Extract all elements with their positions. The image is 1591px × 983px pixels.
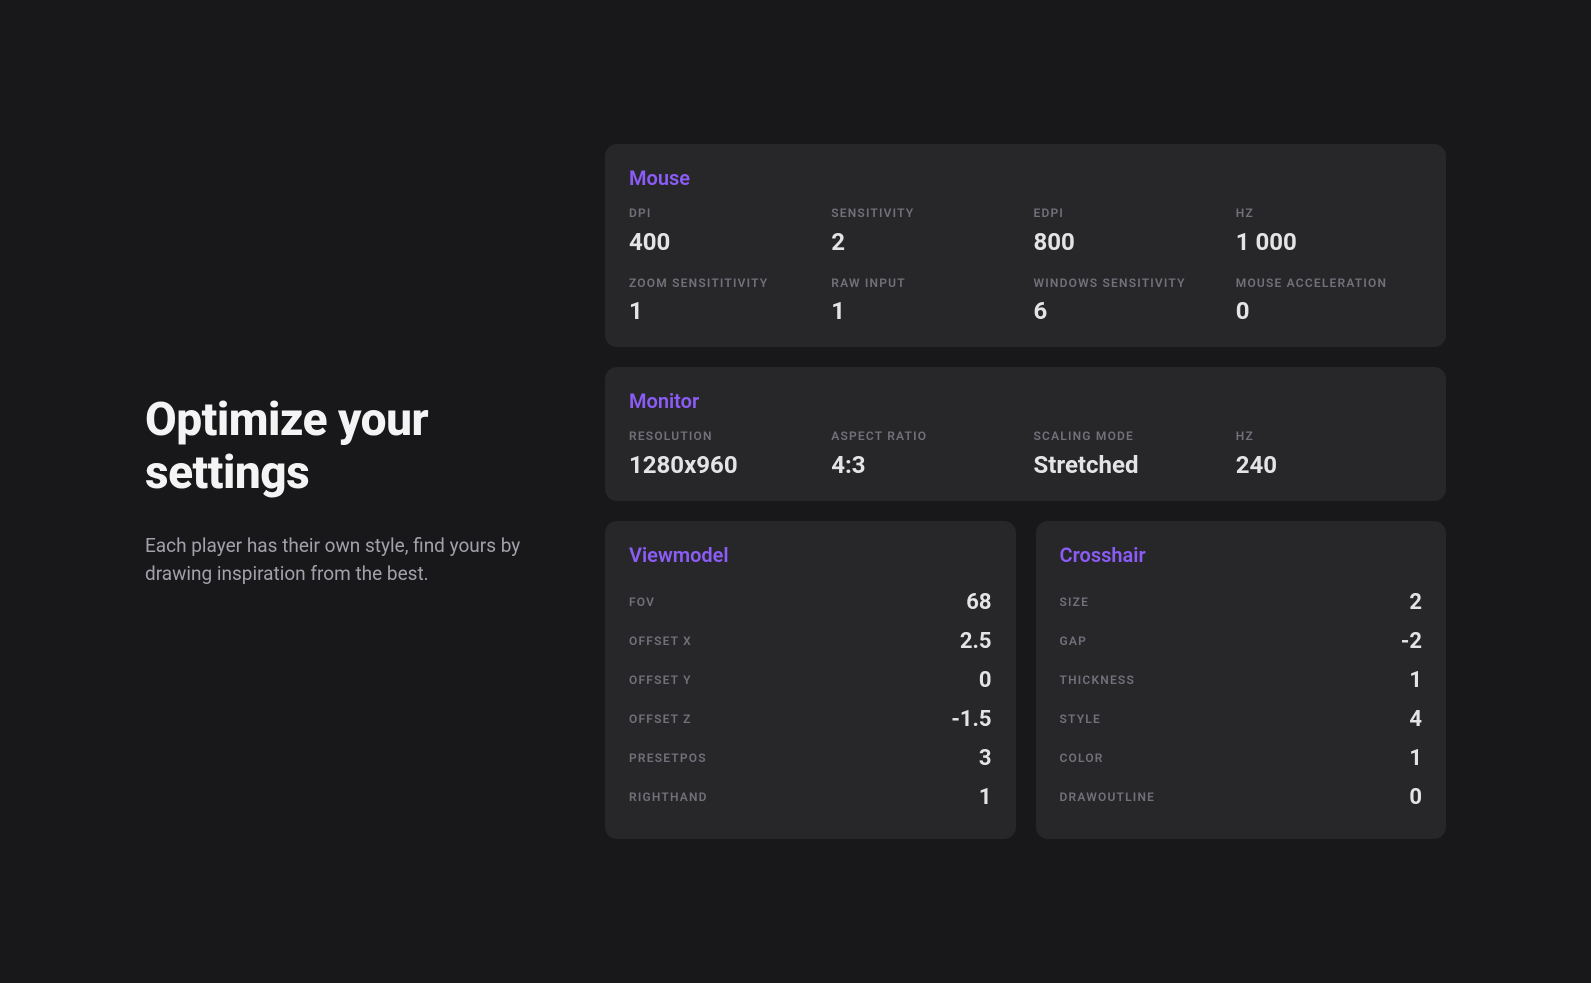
list-label: DRAWOUTLINE: [1060, 790, 1156, 804]
list-row: OFFSET Z -1.5: [629, 700, 992, 739]
stat-item: RAW INPUT 1: [831, 276, 1017, 326]
page-subheading: Each player has their own style, find yo…: [145, 532, 525, 589]
list-row: OFFSET X 2.5: [629, 622, 992, 661]
list-row: PRESETPOS 3: [629, 739, 992, 778]
stat-label: SCALING MODE: [1034, 429, 1220, 445]
stat-item: MOUSE ACCELERATION 0: [1236, 276, 1422, 326]
stat-item: ASPECT RATIO 4:3: [831, 429, 1017, 479]
stat-item: EDPI 800: [1034, 206, 1220, 256]
stat-value: 400: [629, 228, 815, 256]
list-label: THICKNESS: [1060, 673, 1135, 687]
list-value: 1: [1409, 746, 1422, 771]
list-row: FOV 68: [629, 583, 992, 622]
list-row: STYLE 4: [1060, 700, 1423, 739]
mouse-card: Mouse DPI 400 SENSITIVITY 2 EDPI 800 HZ …: [605, 144, 1446, 347]
list-row: COLOR 1: [1060, 739, 1423, 778]
list-value: 68: [966, 590, 991, 615]
list-value: -2: [1401, 629, 1422, 654]
list-row: DRAWOUTLINE 0: [1060, 778, 1423, 817]
stat-label: HZ: [1236, 429, 1422, 445]
stat-value: 1: [629, 297, 815, 325]
bottom-row: Viewmodel FOV 68 OFFSET X 2.5 OFFSET Y 0…: [605, 521, 1446, 839]
stat-item: WINDOWS SENSITIVITY 6: [1034, 276, 1220, 326]
stat-value: Stretched: [1034, 451, 1220, 479]
stat-value: 240: [1236, 451, 1422, 479]
list-label: STYLE: [1060, 712, 1101, 726]
stat-label: MOUSE ACCELERATION: [1236, 276, 1422, 292]
stat-value: 6: [1034, 297, 1220, 325]
list-row: GAP -2: [1060, 622, 1423, 661]
crosshair-card: Crosshair SIZE 2 GAP -2 THICKNESS 1 STYL…: [1036, 521, 1447, 839]
stat-item: RESOLUTION 1280x960: [629, 429, 815, 479]
list-label: COLOR: [1060, 751, 1104, 765]
stat-item: SCALING MODE Stretched: [1034, 429, 1220, 479]
list-value: 1: [979, 785, 992, 810]
crosshair-card-title: Crosshair: [1060, 543, 1423, 567]
list-label: OFFSET X: [629, 634, 692, 648]
stat-value: 1 000: [1236, 228, 1422, 256]
list-row: OFFSET Y 0: [629, 661, 992, 700]
mouse-stat-grid: DPI 400 SENSITIVITY 2 EDPI 800 HZ 1 000 …: [629, 206, 1422, 325]
stat-value: 1: [831, 297, 1017, 325]
viewmodel-card: Viewmodel FOV 68 OFFSET X 2.5 OFFSET Y 0…: [605, 521, 1016, 839]
list-value: 0: [979, 668, 992, 693]
stat-value: 2: [831, 228, 1017, 256]
stat-value: 4:3: [831, 451, 1017, 479]
stat-item: DPI 400: [629, 206, 815, 256]
stat-label: ASPECT RATIO: [831, 429, 1017, 445]
stat-value: 1280x960: [629, 451, 815, 479]
stat-item: ZOOM SENSITITIVITY 1: [629, 276, 815, 326]
list-label: OFFSET Y: [629, 673, 692, 687]
stat-item: HZ 240: [1236, 429, 1422, 479]
list-value: -1.5: [951, 707, 991, 732]
stat-value: 0: [1236, 297, 1422, 325]
list-value: 4: [1409, 707, 1422, 732]
list-label: SIZE: [1060, 595, 1090, 609]
list-value: 0: [1409, 785, 1422, 810]
list-value: 2: [1409, 590, 1422, 615]
list-label: FOV: [629, 595, 655, 609]
list-label: GAP: [1060, 634, 1088, 648]
viewmodel-card-title: Viewmodel: [629, 543, 992, 567]
list-value: 1: [1409, 668, 1422, 693]
list-row: SIZE 2: [1060, 583, 1423, 622]
list-label: RIGHTHAND: [629, 790, 708, 804]
list-value: 3: [979, 746, 992, 771]
monitor-card: Monitor RESOLUTION 1280x960 ASPECT RATIO…: [605, 367, 1446, 501]
left-panel: Optimize your settings Each player has t…: [145, 394, 525, 589]
stat-item: HZ 1 000: [1236, 206, 1422, 256]
stat-value: 800: [1034, 228, 1220, 256]
list-label: PRESETPOS: [629, 751, 707, 765]
stat-item: SENSITIVITY 2: [831, 206, 1017, 256]
stat-label: WINDOWS SENSITIVITY: [1034, 276, 1220, 292]
stat-label: SENSITIVITY: [831, 206, 1017, 222]
stat-label: HZ: [1236, 206, 1422, 222]
stat-label: EDPI: [1034, 206, 1220, 222]
stat-label: ZOOM SENSITITIVITY: [629, 276, 815, 292]
stat-label: RESOLUTION: [629, 429, 815, 445]
stat-label: RAW INPUT: [831, 276, 1017, 292]
monitor-stat-grid: RESOLUTION 1280x960 ASPECT RATIO 4:3 SCA…: [629, 429, 1422, 479]
main-container: Optimize your settings Each player has t…: [0, 0, 1591, 983]
mouse-card-title: Mouse: [629, 166, 1422, 190]
page-heading: Optimize your settings: [145, 394, 525, 500]
monitor-card-title: Monitor: [629, 389, 1422, 413]
list-value: 2.5: [960, 629, 992, 654]
stat-label: DPI: [629, 206, 815, 222]
list-row: RIGHTHAND 1: [629, 778, 992, 817]
right-panel: Mouse DPI 400 SENSITIVITY 2 EDPI 800 HZ …: [605, 144, 1446, 839]
list-label: OFFSET Z: [629, 712, 692, 726]
list-row: THICKNESS 1: [1060, 661, 1423, 700]
